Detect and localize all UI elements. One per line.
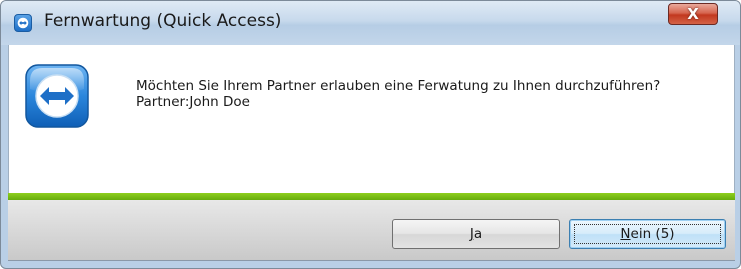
close-button[interactable]: X <box>668 3 718 25</box>
accent-bar <box>8 193 735 200</box>
no-button-label: Nein (5) <box>620 226 675 242</box>
no-button[interactable]: Nein (5) <box>569 219 726 249</box>
yes-button[interactable]: Ja <box>392 219 560 249</box>
close-icon: X <box>687 5 699 23</box>
dialog-window: Fernwartung (Quick Access) X Möchten Sie… <box>0 0 741 269</box>
title-bar[interactable]: Fernwartung (Quick Access) X <box>1 1 740 45</box>
message-text: Möchten Sie Ihrem Partner erlauben eine … <box>136 78 660 110</box>
teamviewer-icon <box>14 14 32 32</box>
question-text: Möchten Sie Ihrem Partner erlauben eine … <box>136 78 661 94</box>
teamviewer-logo-icon <box>25 64 89 128</box>
button-area: Ja Nein (5) <box>8 200 735 261</box>
yes-button-label: Ja <box>469 226 483 242</box>
window-title: Fernwartung (Quick Access) <box>44 11 282 31</box>
partner-text: Partner:John Doe <box>136 94 250 110</box>
dialog-content: Möchten Sie Ihrem Partner erlauben eine … <box>8 45 735 193</box>
